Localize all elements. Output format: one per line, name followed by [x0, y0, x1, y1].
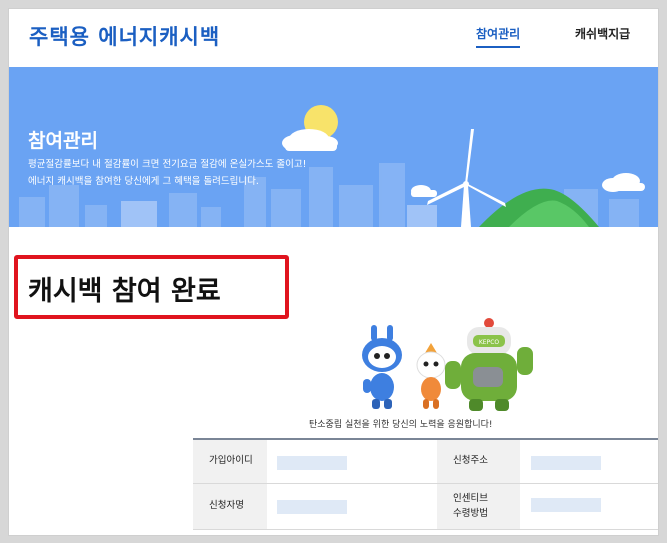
- banner-description-line1: 평균절감률보다 내 절감률이 크면 전기요금 절감에 온실가스도 줄이고!: [28, 159, 307, 170]
- site-logo[interactable]: 주택용 에너지캐시백: [29, 21, 220, 51]
- small-mascot-icon: [416, 343, 446, 409]
- wind-turbine-icon: [427, 129, 506, 227]
- banner-description-line2: 에너지 캐시백을 참여한 당신에게 그 혜택을 돌려드립니다.: [28, 176, 259, 187]
- table-row: 가입아이디 신청주소: [193, 440, 658, 484]
- application-address-value: [531, 456, 601, 470]
- banner-title: 참여관리: [28, 130, 98, 152]
- applicant-name-value: [277, 500, 347, 514]
- mascot-badge: KEPCO: [479, 339, 500, 346]
- cloud-icon: [602, 173, 645, 192]
- label-incentive-method: 인센티브 수령방법: [437, 484, 520, 529]
- site-header: 주택용 에너지캐시백 참여관리 캐쉬백지급: [9, 9, 658, 65]
- participation-info-table: 가입아이디 신청주소 신청자명 인센티브 수령방법: [193, 438, 658, 530]
- hero-banner: 참여관리 평균절감률보다 내 절감률이 크면 전기요금 절감에 온실가스도 줄이…: [9, 67, 658, 227]
- cheer-message: 탄소중립 실천을 위한 당신의 노력을 응원합니다!: [309, 420, 493, 430]
- page-frame: 주택용 에너지캐시백 참여관리 캐쉬백지급 참여관리 평균절감률보다 내 절감률…: [8, 8, 659, 536]
- label-applicant-name: 신청자명: [193, 484, 267, 529]
- green-robot-mascot-icon: [445, 318, 533, 411]
- label-user-id: 가입아이디: [193, 440, 267, 483]
- banner-illustration: [19, 105, 645, 227]
- table-row: 신청자명 인센티브 수령방법: [193, 484, 658, 530]
- nav-participation[interactable]: 참여관리: [476, 25, 521, 48]
- nav-cashback-payment[interactable]: 캐쉬백지급: [575, 25, 630, 42]
- completion-callout-text: 캐시백 참여 완료: [28, 276, 221, 307]
- blue-mascot-icon: [362, 325, 402, 409]
- label-incentive-method-line1: 인센티브: [453, 493, 488, 505]
- label-application-address: 신청주소: [437, 440, 520, 483]
- completion-callout: 캐시백 참여 완료: [14, 255, 289, 319]
- mascot-group: KEPCO: [349, 317, 549, 421]
- label-incentive-method-line2: 수령방법: [453, 507, 488, 519]
- cloud-icon: [411, 185, 437, 197]
- mascot-illustration: KEPCO: [362, 318, 533, 411]
- user-id-value: [277, 456, 347, 470]
- incentive-method-value: [531, 498, 601, 512]
